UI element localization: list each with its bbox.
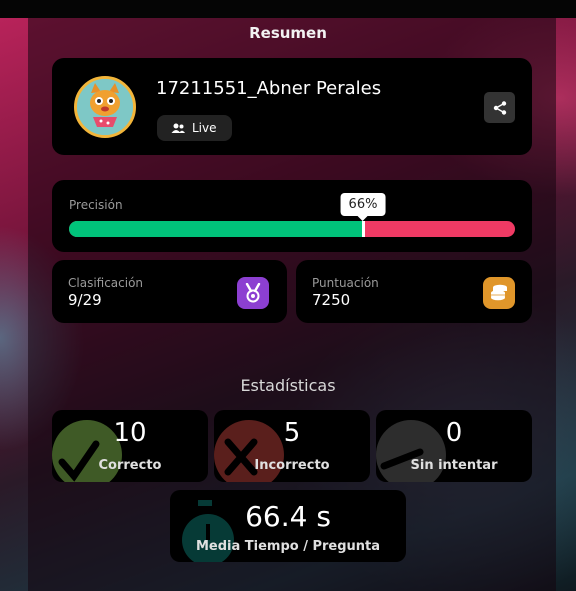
unattempted-count: 0 [445,418,463,448]
rank-card: Clasificación 9/29 [52,260,287,323]
avg-time-stat-tile: 66.4 s Media Tiempo / Pregunta [170,490,406,562]
username: 17211551_Abner Perales [156,78,382,99]
unattempted-label: Sin intentar [410,458,498,473]
accuracy-bar-correct [69,221,363,237]
correct-label: Correcto [98,458,162,473]
live-mode-badge: Live [157,115,232,141]
cat-avatar-icon [77,79,133,135]
medal-icon [245,283,261,303]
coins-icon [491,284,507,301]
accuracy-card: Precisión [52,180,532,252]
accuracy-label: Precisión [69,198,123,212]
score-value: 7250 [312,291,351,309]
users-icon [171,123,185,133]
unattempted-stat-tile: 0 Sin intentar [376,410,532,482]
incorrect-label: Incorrecto [254,458,330,473]
share-icon [493,100,506,115]
stats-title: Estadísticas [240,376,336,395]
accuracy-bar-marker [362,221,365,237]
avatar [74,76,136,138]
avg-time-value: 66.4 s [245,500,331,533]
accuracy-bar [69,221,515,237]
rank-label: Clasificación [68,276,144,290]
top-bar [0,0,576,18]
share-button[interactable] [484,92,515,123]
incorrect-stat-tile: 5 Incorrecto [214,410,370,482]
score-badge [483,277,515,309]
accuracy-percent-tooltip: 66% [340,193,386,221]
avg-time-label: Media Tiempo / Pregunta [195,539,381,554]
incorrect-count: 5 [283,418,301,448]
profile-card: 17211551_Abner Perales Live [52,58,532,155]
live-mode-label: Live [192,121,217,135]
score-card: Puntuación 7250 [296,260,532,323]
page-title: Resumen [249,24,327,42]
rank-value: 9/29 [68,291,102,309]
correct-stat-tile: 10 Correcto [52,410,208,482]
rank-badge [237,277,269,309]
score-label: Puntuación [312,276,379,290]
correct-count: 10 [113,418,147,448]
